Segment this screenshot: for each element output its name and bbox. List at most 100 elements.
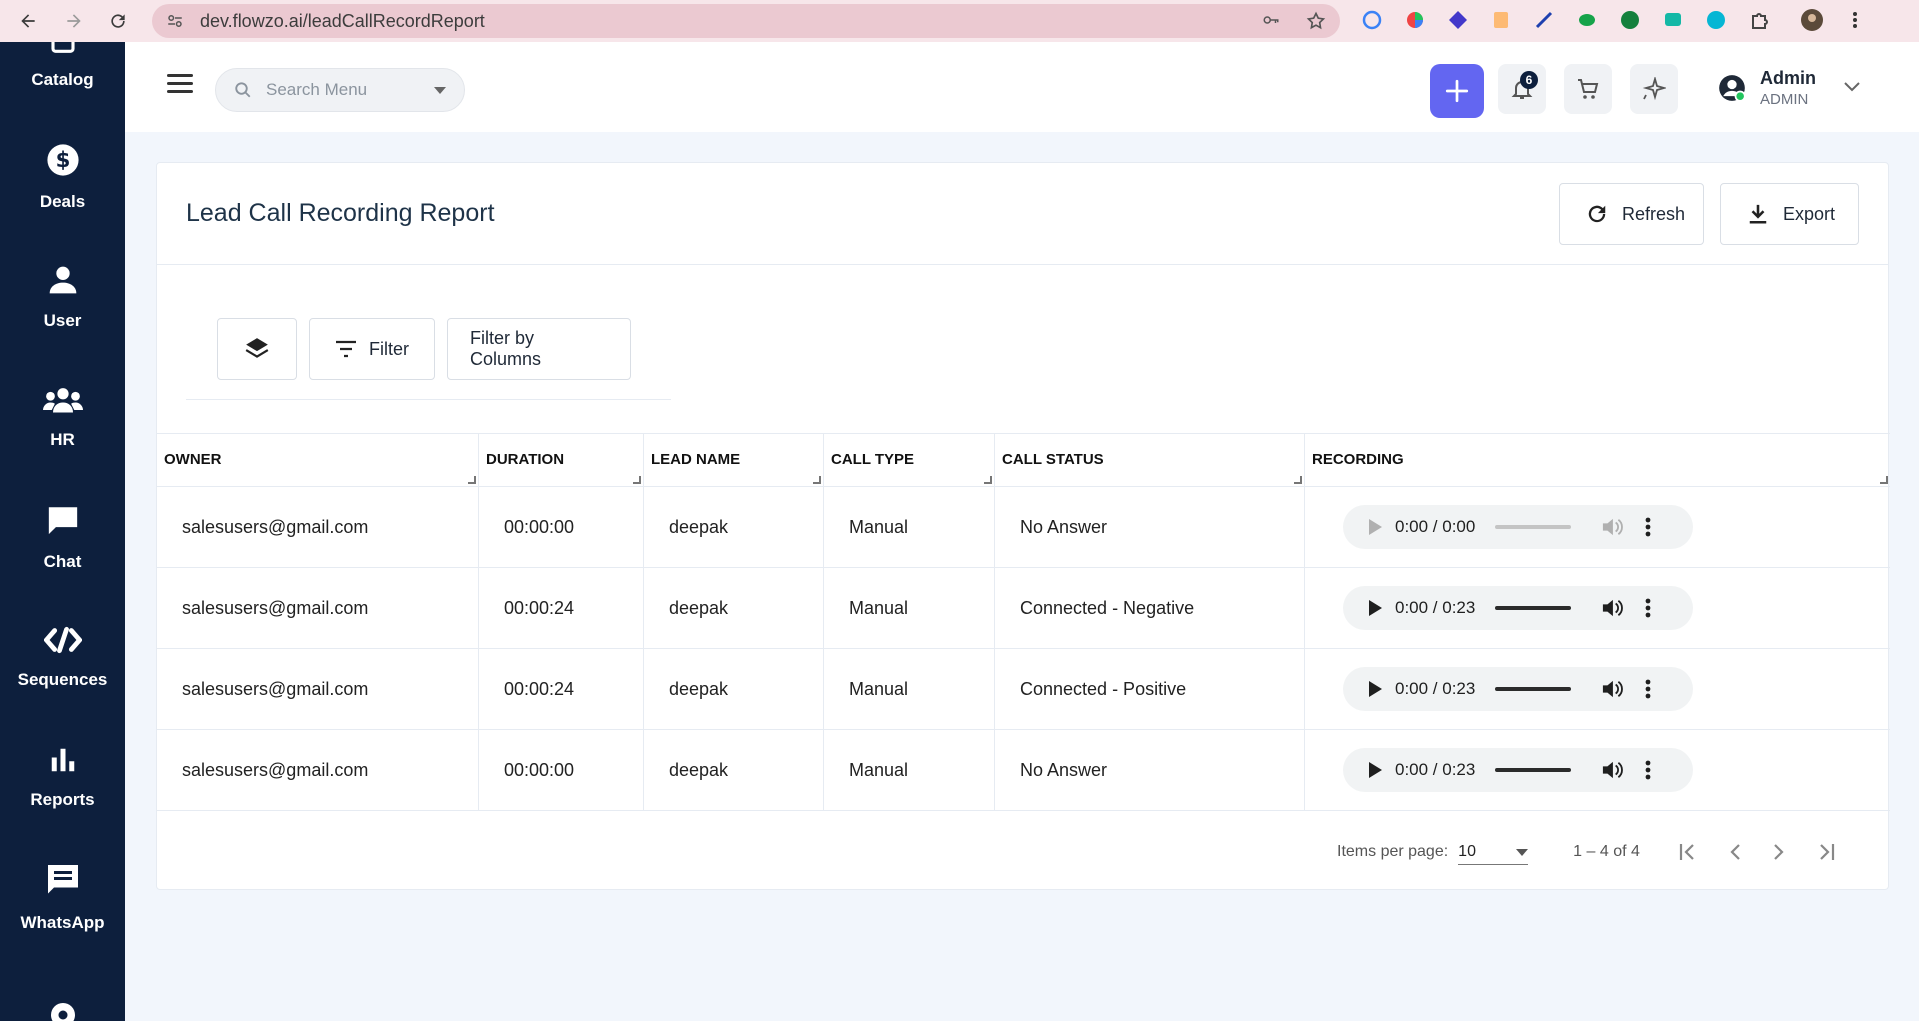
sidebar-item-chat[interactable]: Chat xyxy=(0,482,125,592)
items-per-page-select[interactable]: 10 xyxy=(1458,839,1529,865)
audio-progress-slider[interactable] xyxy=(1495,687,1572,691)
more-options-icon[interactable] xyxy=(1645,760,1651,780)
extension-pen-icon[interactable] xyxy=(1532,8,1556,32)
audio-player[interactable]: 0:00 / 0:23 xyxy=(1343,748,1693,792)
address-bar[interactable]: dev.flowzo.ai/leadCallRecordReport xyxy=(152,4,1340,38)
extension-chat-icon[interactable] xyxy=(1661,8,1685,32)
extension-color-wheel-icon[interactable] xyxy=(1403,8,1427,32)
resize-handle-icon[interactable] xyxy=(1294,476,1302,484)
cart-button[interactable] xyxy=(1564,64,1612,114)
audio-progress-slider[interactable] xyxy=(1495,768,1572,772)
previous-page-icon[interactable] xyxy=(1728,843,1742,861)
notifications-button[interactable]: 6 xyxy=(1498,64,1546,114)
resize-handle-icon[interactable] xyxy=(1880,476,1888,484)
cell-call-status: No Answer xyxy=(995,730,1305,810)
extension-info-icon[interactable] xyxy=(1360,8,1384,32)
filter-icon xyxy=(335,340,357,358)
sidebar-item-reports[interactable]: Reports xyxy=(0,722,125,832)
filter-button[interactable]: Filter xyxy=(309,318,435,380)
sidebar-item-label: WhatsApp xyxy=(20,912,105,932)
more-options-icon[interactable] xyxy=(1645,598,1651,618)
menu-toggle-icon[interactable] xyxy=(167,74,193,94)
play-icon[interactable] xyxy=(1367,680,1383,698)
resize-handle-icon[interactable] xyxy=(813,476,821,484)
volume-icon[interactable] xyxy=(1601,598,1624,618)
layers-button[interactable] xyxy=(217,318,297,380)
column-header-recording[interactable]: RECORDING xyxy=(1305,434,1890,486)
audio-progress-slider[interactable] xyxy=(1495,525,1572,529)
sidebar-item-whatsapp[interactable]: WhatsApp xyxy=(0,842,125,952)
user-icon xyxy=(47,264,79,301)
column-header-duration[interactable]: DURATION xyxy=(479,434,644,486)
profile-avatar-icon[interactable] xyxy=(1800,8,1824,32)
sidebar-item-hr[interactable]: HR xyxy=(0,362,125,472)
audio-time: 0:00 / 0:23 xyxy=(1395,679,1476,698)
cell-call-type: Manual xyxy=(824,568,995,648)
sidebar-item-user[interactable]: User xyxy=(0,242,125,352)
search-menu-input[interactable]: Search Menu xyxy=(215,68,465,112)
refresh-label: Refresh xyxy=(1622,203,1686,224)
sidebar-item-catalog[interactable]: Catalog xyxy=(0,42,125,112)
browser-menu-icon[interactable] xyxy=(1843,8,1867,32)
audio-progress-slider[interactable] xyxy=(1495,606,1572,610)
next-page-icon[interactable] xyxy=(1772,843,1786,861)
sidebar-item-sequences[interactable]: Sequences xyxy=(0,602,125,712)
column-header-call-status[interactable]: CALL STATUS xyxy=(995,434,1305,486)
group-icon xyxy=(42,385,83,420)
play-icon[interactable] xyxy=(1367,599,1383,617)
volume-icon[interactable] xyxy=(1601,760,1624,780)
first-page-icon[interactable] xyxy=(1678,843,1698,861)
play-icon[interactable] xyxy=(1367,518,1383,536)
sidebar-item-settings[interactable] xyxy=(0,962,125,1021)
extension-teal-icon[interactable] xyxy=(1704,8,1728,32)
items-per-page-value: 10 xyxy=(1458,842,1476,860)
forward-icon[interactable] xyxy=(54,0,94,42)
volume-icon[interactable] xyxy=(1601,679,1624,699)
back-icon[interactable] xyxy=(8,0,48,42)
site-settings-icon[interactable] xyxy=(166,12,184,30)
last-page-icon[interactable] xyxy=(1816,843,1836,861)
sidebar-item-label: Chat xyxy=(43,551,82,571)
column-header-call-type[interactable]: CALL TYPE xyxy=(824,434,995,486)
column-header-owner[interactable]: OWNER xyxy=(157,434,479,486)
extension-green-circle-icon[interactable] xyxy=(1618,8,1642,32)
paginator: Items per page: 10 1 – 4 of 4 xyxy=(1337,839,1836,865)
user-menu[interactable]: Admin ADMIN xyxy=(1718,68,1860,108)
volume-icon[interactable] xyxy=(1601,517,1624,537)
audio-player[interactable]: 0:00 / 0:23 xyxy=(1343,667,1693,711)
extension-code-icon[interactable] xyxy=(1489,8,1513,32)
cell-duration: 00:00:24 xyxy=(479,568,644,648)
sidebar-item-deals[interactable]: $ Deals xyxy=(0,122,125,232)
column-header-lead-name[interactable]: LEAD NAME xyxy=(644,434,824,486)
filter-by-columns-button[interactable]: Filter by Columns xyxy=(447,318,631,380)
extension-diamond-icon[interactable] xyxy=(1446,8,1470,32)
resize-handle-icon[interactable] xyxy=(633,476,641,484)
bookmark-star-icon[interactable] xyxy=(1306,11,1326,31)
dollar-icon: $ xyxy=(46,143,80,182)
audio-player[interactable]: 0:00 / 0:00 xyxy=(1343,505,1693,549)
add-button[interactable] xyxy=(1430,64,1484,118)
extensions-puzzle-icon[interactable] xyxy=(1747,8,1771,32)
sparkle-icon xyxy=(1642,77,1666,101)
refresh-button[interactable]: Refresh xyxy=(1559,183,1704,245)
page-title: Lead Call Recording Report xyxy=(186,199,495,227)
export-button[interactable]: Export xyxy=(1720,183,1859,245)
table-row: salesusers@gmail.com 00:00:24 deepak Man… xyxy=(157,649,1890,730)
gear-icon xyxy=(45,997,81,1021)
reload-icon[interactable] xyxy=(98,0,138,42)
audio-player[interactable]: 0:00 / 0:23 xyxy=(1343,586,1693,630)
cell-recording: 0:00 / 0:23 xyxy=(1305,730,1890,810)
resize-handle-icon[interactable] xyxy=(468,476,476,484)
extension-leaf-icon[interactable] xyxy=(1575,8,1599,32)
cell-owner: salesusers@gmail.com xyxy=(157,649,479,729)
password-key-icon[interactable] xyxy=(1260,11,1282,31)
play-icon[interactable] xyxy=(1367,761,1383,779)
ai-sparkle-button[interactable] xyxy=(1630,64,1678,114)
more-options-icon[interactable] xyxy=(1645,679,1651,699)
url-text[interactable]: dev.flowzo.ai/leadCallRecordReport xyxy=(200,11,485,32)
resize-handle-icon[interactable] xyxy=(984,476,992,484)
cell-call-type: Manual xyxy=(824,487,995,567)
chevron-down-icon[interactable] xyxy=(1844,79,1860,97)
more-options-icon[interactable] xyxy=(1645,517,1651,537)
browser-toolbar: dev.flowzo.ai/leadCallRecordReport xyxy=(0,0,1919,42)
